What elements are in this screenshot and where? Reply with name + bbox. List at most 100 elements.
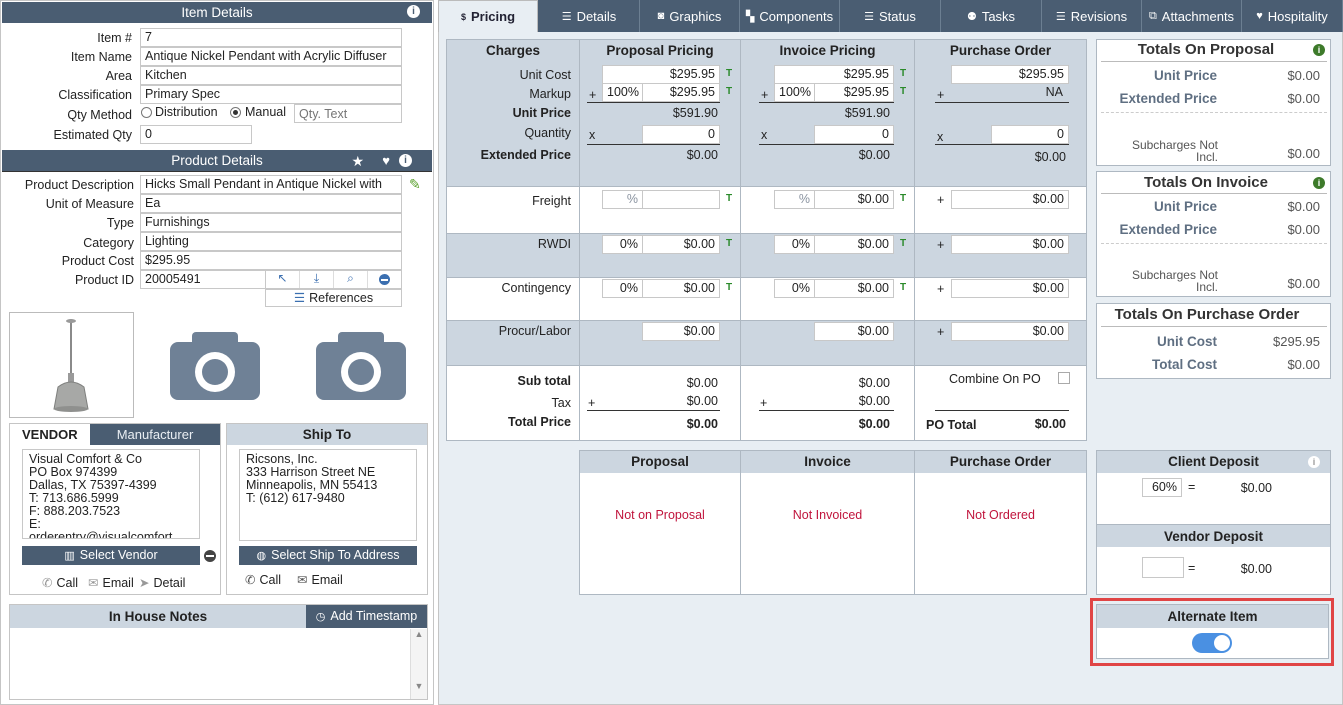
tax-flag[interactable]: T: [726, 193, 732, 204]
download-icon[interactable]: ⤓: [300, 271, 334, 288]
info-icon[interactable]: i: [1313, 177, 1325, 189]
tab-components[interactable]: ▚ Components: [740, 0, 840, 32]
tax-flag[interactable]: T: [726, 238, 732, 249]
rule: [587, 144, 720, 145]
product-id-field[interactable]: 20005491: [140, 270, 266, 289]
plus-sign: +: [937, 88, 945, 102]
classification-field[interactable]: Primary Spec: [140, 85, 402, 104]
item-name-field[interactable]: Antique Nickel Pendant with Acrylic Diff…: [140, 47, 402, 66]
ship-to-email-link[interactable]: ✉ Email: [297, 572, 343, 587]
tab-tasks[interactable]: ⚉ Tasks: [941, 0, 1042, 32]
add-timestamp-button[interactable]: ◷ Add Timestamp: [306, 605, 427, 628]
inv-freight-val[interactable]: $0.00: [814, 190, 894, 209]
star-icon[interactable]: ★: [351, 150, 364, 172]
info-icon[interactable]: i: [1308, 456, 1320, 468]
notes-scrollbar[interactable]: ▲ ▼: [410, 629, 427, 699]
prop-markup-pct[interactable]: 100%: [602, 83, 643, 102]
area-label: Area: [105, 69, 132, 83]
tab-pricing[interactable]: $ Pricing: [438, 0, 538, 32]
po-rwdi-val[interactable]: $0.00: [951, 235, 1069, 254]
combine-po-checkbox[interactable]: [1058, 372, 1070, 384]
tax-flag[interactable]: T: [900, 238, 906, 249]
prop-unit-cost[interactable]: $295.95: [602, 65, 720, 84]
ship-to-call-link[interactable]: ✆ Call: [245, 572, 281, 587]
est-qty-field[interactable]: 0: [140, 125, 252, 144]
tab-attachments[interactable]: ⧉ Attachments: [1142, 0, 1242, 32]
tab-details[interactable]: ☰ Details: [539, 0, 640, 32]
inv-qty[interactable]: 0: [814, 125, 894, 144]
po-qty[interactable]: 0: [991, 125, 1069, 144]
inv-unit-cost[interactable]: $295.95: [774, 65, 894, 84]
inv-freight-pct[interactable]: %: [774, 190, 815, 209]
heart-icon[interactable]: ♥: [382, 150, 390, 172]
radio-distribution[interactable]: [141, 107, 152, 118]
client-deposit-pct[interactable]: 60%: [1142, 478, 1182, 497]
product-desc-field[interactable]: Hicks Small Pendant in Antique Nickel wi…: [140, 175, 402, 194]
qty-text-input[interactable]: [294, 104, 402, 123]
prop-markup-val[interactable]: $295.95: [642, 83, 720, 102]
inv-markup-val[interactable]: $295.95: [814, 83, 894, 102]
alternate-item-toggle[interactable]: [1192, 633, 1232, 653]
tab-hospitality[interactable]: ♥ Hospitality: [1242, 0, 1343, 32]
camera-icon[interactable]: [316, 332, 406, 400]
item-no-field[interactable]: 7: [140, 28, 402, 47]
tab-graphics[interactable]: ◙ Graphics: [640, 0, 740, 32]
vendor-email-link[interactable]: ✉ Email: [88, 575, 134, 590]
tab-revisions[interactable]: ☰ Revisions: [1042, 0, 1142, 32]
inv-rwdi-pct[interactable]: 0%: [774, 235, 815, 254]
vendor-call-link[interactable]: ✆ Call: [42, 575, 78, 590]
vendor-detail-link[interactable]: ➤ Detail: [139, 575, 185, 590]
camera-icon[interactable]: [170, 332, 260, 400]
prop-qty[interactable]: 0: [642, 125, 720, 144]
select-vendor-button[interactable]: ▥ Select Vendor: [22, 546, 200, 565]
prop-rwdi-val[interactable]: $0.00: [642, 235, 720, 254]
info-icon[interactable]: i: [407, 5, 420, 18]
tax-flag[interactable]: T: [726, 68, 732, 79]
vendor-deposit-pct[interactable]: [1142, 557, 1184, 578]
tax-flag[interactable]: T: [726, 86, 732, 97]
info-icon[interactable]: i: [399, 154, 412, 167]
product-image[interactable]: [9, 312, 134, 418]
prop-procur-val[interactable]: $0.00: [642, 322, 720, 341]
inv-contingency-val[interactable]: $0.00: [814, 279, 894, 298]
tax-flag[interactable]: T: [900, 68, 906, 79]
inv-rwdi-val[interactable]: $0.00: [814, 235, 894, 254]
inv-tax: $0.00: [858, 394, 890, 408]
tab-vendor[interactable]: VENDOR: [10, 424, 90, 445]
po-procur-val[interactable]: $0.00: [951, 322, 1069, 341]
uom-field[interactable]: Ea: [140, 194, 402, 213]
radio-manual[interactable]: [230, 107, 241, 118]
prop-freight-pct[interactable]: %: [602, 190, 643, 209]
po-unit-cost[interactable]: $295.95: [951, 65, 1069, 84]
prop-contingency-val[interactable]: $0.00: [642, 279, 720, 298]
prop-contingency-pct[interactable]: 0%: [602, 279, 643, 298]
prop-freight-val[interactable]: [642, 190, 720, 209]
references-button[interactable]: ☰ References: [265, 289, 402, 307]
tab-status[interactable]: ☰ Status: [840, 0, 941, 32]
tax-flag[interactable]: T: [900, 86, 906, 97]
tax-flag[interactable]: T: [900, 282, 906, 293]
area-field[interactable]: Kitchen: [140, 66, 402, 85]
edit-pencil-icon[interactable]: ✎: [409, 176, 421, 193]
remove-vendor-icon[interactable]: [204, 550, 216, 562]
prop-rwdi-pct[interactable]: 0%: [602, 235, 643, 254]
inv-procur-val[interactable]: $0.00: [814, 322, 894, 341]
open-link-icon[interactable]: ↖: [266, 271, 300, 288]
search-icon[interactable]: ⌕: [334, 271, 368, 288]
category-field[interactable]: Lighting: [140, 232, 402, 251]
product-cost-field[interactable]: $295.95: [140, 251, 402, 270]
tab-label: Graphics: [669, 8, 722, 24]
po-freight-val[interactable]: $0.00: [951, 190, 1069, 209]
type-field[interactable]: Furnishings: [140, 213, 402, 232]
select-ship-to-button[interactable]: ◍ Select Ship To Address: [239, 546, 417, 565]
tab-manufacturer[interactable]: Manufacturer: [90, 424, 220, 445]
info-icon[interactable]: i: [1313, 44, 1325, 56]
inv-contingency-pct[interactable]: 0%: [774, 279, 815, 298]
remove-icon[interactable]: [368, 271, 401, 288]
po-contingency-val[interactable]: $0.00: [951, 279, 1069, 298]
prop-total: $0.00: [686, 417, 718, 431]
tax-flag[interactable]: T: [726, 282, 732, 293]
notes-textarea[interactable]: [10, 629, 427, 699]
tax-flag[interactable]: T: [900, 193, 906, 204]
inv-markup-pct[interactable]: 100%: [774, 83, 815, 102]
